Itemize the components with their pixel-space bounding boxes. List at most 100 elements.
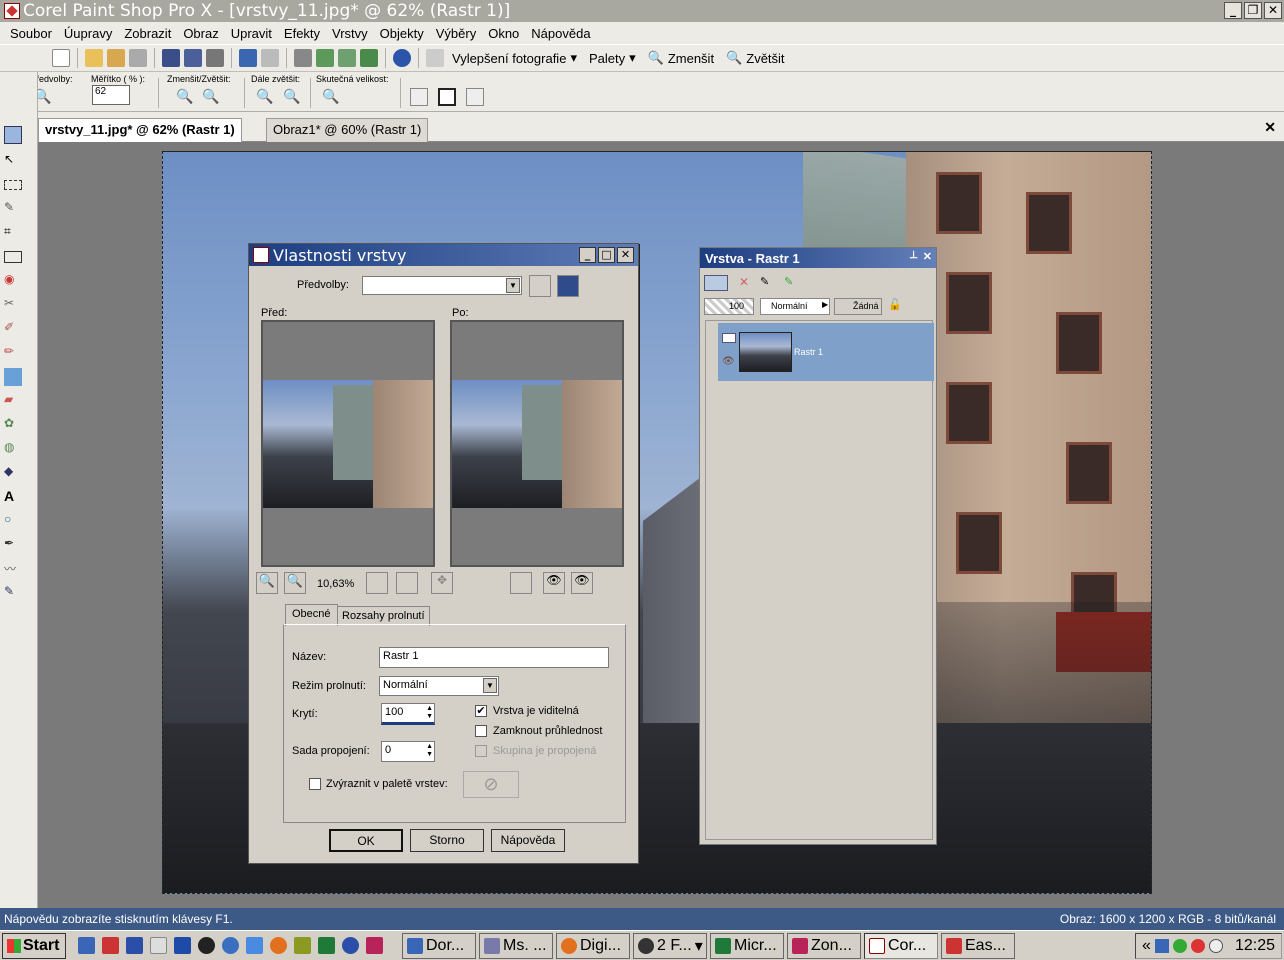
layer-opacity-field[interactable]: 100 — [704, 298, 754, 315]
fit-window-icon[interactable] — [410, 88, 428, 106]
edit-selection-icon[interactable]: ✎ — [784, 275, 800, 291]
proof-eye-icon[interactable]: 👁 — [571, 572, 593, 594]
zoom-more-out-icon[interactable]: 🔍 — [256, 88, 274, 106]
undo-icon[interactable] — [239, 49, 257, 67]
menu-obraz[interactable]: Obraz — [183, 26, 218, 41]
preview-pan-icon[interactable]: ✥ — [431, 572, 453, 594]
menu-okno[interactable]: Okno — [488, 26, 519, 41]
info-icon[interactable] — [393, 49, 411, 67]
redo-icon[interactable] — [261, 49, 279, 67]
menu-zobrazit[interactable]: Zobrazit — [124, 26, 171, 41]
layer-blend-field[interactable]: Normální — [760, 298, 830, 315]
actual-size-icon[interactable]: 🔍 — [322, 88, 340, 106]
clock[interactable]: 12:25 — [1235, 937, 1275, 955]
task-zon[interactable]: Zon... — [787, 932, 861, 959]
menu-napoveda[interactable]: Nápověda — [531, 26, 590, 41]
task-eas[interactable]: Eas... — [941, 932, 1015, 959]
tray-expand-icon[interactable]: « — [1142, 937, 1151, 955]
preview-zoom-in-icon[interactable]: 🔍 — [284, 572, 306, 594]
tab-vrstvy[interactable]: vrstvy_11.jpg* @ 62% (Rastr 1) — [38, 118, 242, 142]
zoom-out-button[interactable]: 🔍 Zmenšit — [648, 50, 714, 66]
visible-checkbox[interactable]: ✔ — [475, 705, 487, 717]
new-file-icon[interactable] — [52, 49, 70, 67]
menu-efekty[interactable]: Efekty — [284, 26, 320, 41]
minimize-button[interactable]: _ — [1224, 2, 1242, 19]
visibility-eye-icon[interactable]: 👁 — [722, 356, 735, 367]
layer-row-rastr1[interactable]: 👁 Rastr 1 — [718, 323, 934, 381]
selection-tool-icon[interactable] — [4, 180, 22, 190]
task-2f[interactable]: 2 F... ▾ — [633, 932, 707, 959]
layer-properties-icon[interactable]: ✎ — [760, 275, 776, 291]
chevron-down-icon[interactable]: ▼ — [506, 278, 520, 293]
dialog-maximize-button[interactable]: □ — [598, 247, 615, 263]
ok-button[interactable]: OK — [329, 829, 403, 852]
auto-proof-icon[interactable]: 👁 — [543, 572, 565, 594]
enhance-photo-button[interactable]: Vylepšení fotografie ▾ — [452, 50, 577, 66]
menu-vybery[interactable]: Výběry — [436, 26, 476, 41]
pick-tool-icon[interactable]: ↖ — [4, 152, 22, 170]
warp-brush-icon[interactable]: 〰 — [4, 560, 22, 578]
zonealarm-tray-icon[interactable] — [1190, 939, 1205, 953]
preview-actual-size-icon[interactable] — [396, 572, 418, 594]
cancel-button[interactable]: Storno — [410, 829, 484, 852]
image-icon[interactable] — [360, 49, 378, 67]
resize-icon[interactable] — [338, 49, 356, 67]
dropper-tool-icon[interactable]: ✎ — [4, 200, 22, 218]
help-button[interactable]: Nápověda — [491, 829, 565, 852]
paint-brush-icon[interactable]: ✏ — [4, 344, 22, 362]
chevron-down-icon[interactable]: ▼ — [483, 678, 497, 693]
menu-soubor[interactable]: Soubor — [10, 26, 52, 41]
close-button[interactable]: ✕ — [1264, 2, 1282, 19]
zoom-out-small-icon[interactable]: 🔍 — [176, 88, 194, 106]
tab-general[interactable]: Obecné — [285, 604, 338, 626]
winamp-quicklaunch-icon[interactable] — [198, 937, 215, 954]
network-quicklaunch-icon[interactable] — [246, 937, 263, 954]
preview-fit-icon[interactable] — [366, 572, 388, 594]
delete-layer-icon[interactable]: ✕ — [736, 275, 752, 291]
picture-tube-icon[interactable]: ✿ — [4, 416, 22, 434]
preview-zoom-out-icon[interactable]: 🔍 — [256, 572, 278, 594]
presets-select[interactable]: ▼ — [362, 276, 522, 295]
eraser-tool-icon[interactable]: ▰ — [4, 392, 22, 410]
mesh-warp-icon[interactable]: ✎ — [4, 584, 22, 602]
app3-quicklaunch-icon[interactable] — [366, 937, 383, 954]
straighten-tool-icon[interactable] — [4, 251, 22, 263]
tab-blend-ranges[interactable]: Rozsahy prolnutí — [337, 606, 430, 626]
palettes-button[interactable]: Palety ▾ — [589, 50, 636, 66]
zoom-in-button[interactable]: 🔍 Zvětšit — [726, 50, 784, 66]
script-icon[interactable] — [426, 49, 444, 67]
layer-mask-field[interactable]: Žádná — [834, 298, 882, 315]
save-preset-icon[interactable] — [557, 275, 579, 297]
layer-name-input[interactable]: Rastr 1 — [379, 647, 609, 668]
messenger-tray-icon[interactable] — [1208, 939, 1223, 953]
menu-upravit[interactable]: Upravit — [231, 26, 272, 41]
new-layer-icon[interactable] — [704, 275, 728, 291]
app-quicklaunch-icon[interactable] — [102, 937, 119, 954]
link-set-input[interactable]: 0 ▲ ▼ — [381, 741, 435, 762]
ftp-quicklaunch-icon[interactable] — [126, 937, 143, 954]
zoom-in-small-icon[interactable]: 🔍 — [202, 88, 220, 106]
close-palette-icon[interactable]: ✕ — [923, 250, 932, 263]
blend-arrow-icon[interactable]: ▶ — [822, 300, 828, 309]
crop-tool-icon[interactable]: ⌗ — [4, 224, 22, 242]
scan-icon[interactable] — [129, 49, 147, 67]
save-icon[interactable] — [162, 49, 180, 67]
menu-upravy[interactable]: Úupravy — [64, 26, 112, 41]
preview-split-icon[interactable] — [510, 572, 532, 594]
save-as-icon[interactable] — [184, 49, 202, 67]
firefox-quicklaunch-icon[interactable] — [270, 937, 287, 954]
preview-before[interactable] — [261, 320, 435, 567]
flood-fill-icon[interactable]: ◍ — [4, 440, 22, 458]
menu-vrstvy[interactable]: Vrstvy — [332, 26, 368, 41]
task-dor[interactable]: Dor... — [402, 932, 476, 959]
pin-icon[interactable]: ⊥ — [909, 250, 918, 261]
opacity-input[interactable]: 100 ▲ ▼ — [381, 703, 435, 725]
crop-icon[interactable] — [294, 49, 312, 67]
player-quicklaunch-icon[interactable] — [342, 937, 359, 954]
preview-after[interactable] — [450, 320, 624, 567]
spinner-icon[interactable]: ▲ ▼ — [426, 743, 433, 759]
highlight-checkbox[interactable] — [309, 778, 321, 790]
dialog-close-button[interactable]: ✕ — [617, 247, 634, 263]
dialog-minimize-button[interactable]: _ — [579, 247, 596, 263]
makeover-tool-icon[interactable]: ✂ — [4, 296, 22, 314]
